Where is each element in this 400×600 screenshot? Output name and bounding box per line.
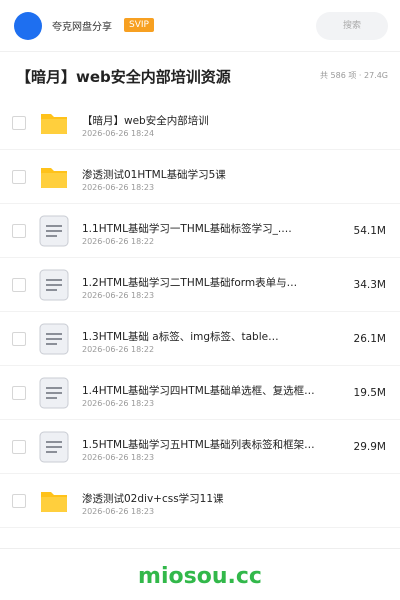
file-row[interactable]: 1.4HTML基础学习四HTML基础单选框、复选框… 2026-06-26 18:… [0, 366, 400, 420]
file-row[interactable]: 1.1HTML基础学习一THML基础标签学习_.… 2026-06-26 18:2… [0, 204, 400, 258]
document-icon [38, 323, 70, 355]
row-checkbox[interactable] [12, 170, 26, 184]
file-date: 2026-06-26 18:23 [82, 183, 155, 192]
file-row[interactable]: 1.5HTML基础学习五HTML基础列表标签和框架… 2026-06-26 18:… [0, 420, 400, 474]
file-date: 2026-06-26 18:22 [82, 237, 155, 246]
file-date: 2026-06-26 18:23 [82, 291, 155, 300]
row-checkbox[interactable] [12, 278, 26, 292]
footer-divider [0, 548, 400, 549]
file-name[interactable]: 1.3HTML基础 a标签、img标签、table… [82, 329, 322, 344]
folder-row[interactable]: 渗透测试01HTML基础学习5课 2026-06-26 18:23 [0, 150, 400, 204]
row-checkbox[interactable] [12, 494, 26, 508]
file-date: 2026-06-26 18:23 [82, 453, 155, 462]
watermark: miosou.cc [138, 564, 262, 589]
file-size: 34.3M [353, 279, 386, 291]
file-name[interactable]: 1.4HTML基础学习四HTML基础单选框、复选框… [82, 383, 322, 398]
file-size: 29.9M [353, 441, 386, 453]
document-icon [38, 431, 70, 463]
document-icon [38, 269, 70, 301]
row-checkbox[interactable] [12, 332, 26, 346]
document-icon [38, 377, 70, 409]
file-name[interactable]: 渗透测试02div+css学习11课 [82, 491, 322, 506]
file-list: 【暗月】web安全内部培训 2026-06-26 18:24 渗透测试01HTML基… [0, 96, 400, 528]
file-date: 2026-06-26 18:23 [82, 507, 155, 516]
svip-badge: SVIP [124, 18, 154, 32]
folder-row[interactable]: 渗透测试02div+css学习11课 2026-06-26 18:23 [0, 474, 400, 528]
row-checkbox[interactable] [12, 116, 26, 130]
folder-row[interactable]: 【暗月】web安全内部培训 2026-06-26 18:24 [0, 96, 400, 150]
file-name[interactable]: 1.1HTML基础学习一THML基础标签学习_.… [82, 221, 322, 236]
app-root: 夸克网盘分享 SVIP 【暗月】web安全内部培训资源 共 586 项 · 27… [0, 0, 400, 600]
file-size: 19.5M [353, 387, 386, 399]
top-bar: 夸克网盘分享 SVIP [0, 0, 400, 52]
folder-icon [38, 161, 70, 193]
file-size: 26.1M [353, 333, 386, 345]
row-checkbox[interactable] [12, 440, 26, 454]
file-name[interactable]: 1.2HTML基础学习二THML基础form表单与… [82, 275, 322, 290]
file-date: 2026-06-26 18:22 [82, 345, 155, 354]
avatar[interactable] [14, 12, 42, 40]
file-date: 2026-06-26 18:23 [82, 399, 155, 408]
file-name[interactable]: 【暗月】web安全内部培训 [82, 113, 322, 128]
row-checkbox[interactable] [12, 224, 26, 238]
file-name[interactable]: 1.5HTML基础学习五HTML基础列表标签和框架… [82, 437, 322, 452]
share-meta: 共 586 项 · 27.4G [320, 71, 388, 80]
brand-name: 夸克网盘分享 [52, 22, 112, 33]
folder-icon [38, 485, 70, 517]
search-input[interactable] [316, 12, 388, 40]
share-title: 【暗月】web安全内部培训资源 [16, 68, 231, 86]
folder-icon [38, 107, 70, 139]
file-name[interactable]: 渗透测试01HTML基础学习5课 [82, 167, 322, 182]
file-row[interactable]: 1.2HTML基础学习二THML基础form表单与… 2026-06-26 18:… [0, 258, 400, 312]
file-size: 54.1M [353, 225, 386, 237]
row-checkbox[interactable] [12, 386, 26, 400]
document-icon [38, 215, 70, 247]
file-row[interactable]: 1.3HTML基础 a标签、img标签、table… 2026-06-26 18:… [0, 312, 400, 366]
file-date: 2026-06-26 18:24 [82, 129, 155, 138]
